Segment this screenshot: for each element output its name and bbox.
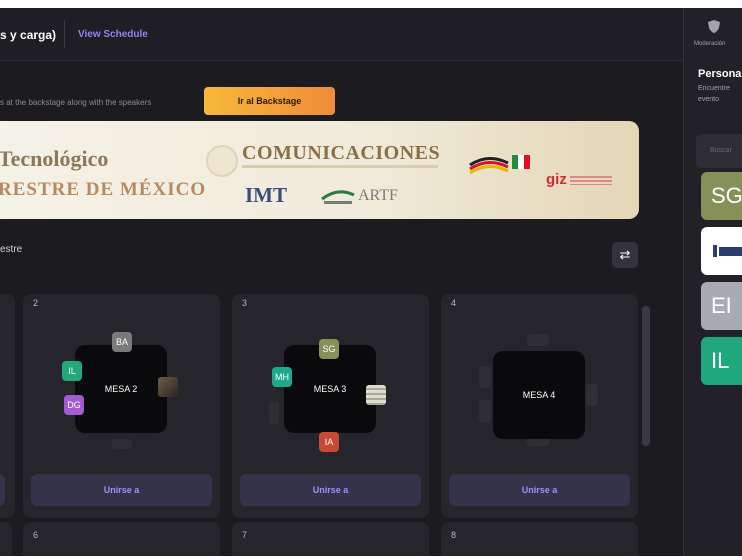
giz-logo: giz xyxy=(546,171,567,188)
giz-logo-text-lines xyxy=(570,176,612,185)
seat-avatar-sg[interactable]: SG xyxy=(319,339,339,359)
table-surface: MESA 4 xyxy=(493,351,585,439)
seat-avatar-dg[interactable]: DG xyxy=(64,395,84,415)
person-tile-logo[interactable] xyxy=(701,227,742,275)
scrollbar-thumb[interactable] xyxy=(642,306,650,446)
app-window: s y carga) View Schedule s at the backst… xyxy=(0,8,742,556)
seat-avatar-ia[interactable]: IA xyxy=(319,432,339,452)
table-card-8: 8 xyxy=(441,522,638,556)
divider xyxy=(64,20,65,48)
join-button-mesa-4[interactable]: Unirse a xyxy=(449,474,630,506)
shield-icon[interactable] xyxy=(708,20,720,33)
view-schedule-link[interactable]: View Schedule xyxy=(78,29,148,40)
section-label: estre xyxy=(0,244,23,255)
table-card-5 xyxy=(0,522,12,556)
panel-description-line-1: Encuentre xyxy=(698,85,730,92)
people-panel: Moderación Persona Encuentre evento Busc… xyxy=(683,8,742,556)
table-number: 2 xyxy=(33,298,39,308)
join-button-mesa-3[interactable]: Unirse a xyxy=(240,474,421,506)
artf-logo: ARTF xyxy=(358,187,398,204)
panel-description: Encuentre evento xyxy=(698,83,730,105)
table-surface: MESA 2 xyxy=(75,345,167,433)
seat-avatar-ba[interactable]: BA xyxy=(112,332,132,352)
person-tile-il[interactable]: IL xyxy=(701,337,742,385)
person-tile-ei[interactable]: EI xyxy=(701,282,742,330)
event-banner: Tecnológico RESTRE DE MÉXICO COMUNICACIO… xyxy=(0,121,639,219)
empty-seat xyxy=(269,402,279,424)
artf-logo-icon xyxy=(321,190,355,204)
backstage-button[interactable]: Ir al Backstage xyxy=(204,87,335,115)
table-number: 7 xyxy=(242,530,248,540)
moderation-tab-label[interactable]: Moderación xyxy=(694,41,725,47)
table-number: 8 xyxy=(451,530,457,540)
top-bar: s y carga) View Schedule xyxy=(0,8,683,61)
empty-seat xyxy=(479,366,491,388)
table-card-7: 7 xyxy=(232,522,429,556)
organization-logo-icon xyxy=(713,245,742,257)
empty-seat xyxy=(586,384,598,406)
table-card-2: 2 MESA 2 BA IL DG Unirse a xyxy=(23,294,220,518)
table-card-1 xyxy=(0,294,15,518)
table-number: 6 xyxy=(33,530,39,540)
join-button-partial[interactable] xyxy=(0,474,5,506)
seat-avatar-mh[interactable]: MH xyxy=(272,367,292,387)
table-number: 4 xyxy=(451,298,457,308)
person-tile-sg[interactable]: SG xyxy=(701,172,742,220)
banner-line-2: RESTRE DE MÉXICO xyxy=(0,179,207,200)
empty-seat xyxy=(527,334,549,346)
seat-avatar-photo[interactable] xyxy=(366,385,386,405)
seat-avatar-photo[interactable] xyxy=(158,377,178,397)
seat-avatar-il[interactable]: IL xyxy=(62,361,82,381)
search-input[interactable]: Buscar xyxy=(696,134,742,168)
empty-seat xyxy=(479,400,491,422)
table-number: 3 xyxy=(242,298,248,308)
table-card-3: 3 MESA 3 SG MH IA Unirse a xyxy=(232,294,429,518)
event-title: s y carga) xyxy=(0,28,57,42)
join-button-mesa-2[interactable]: Unirse a xyxy=(31,474,212,506)
backstage-note: s at the backstage along with the speake… xyxy=(0,98,152,107)
empty-seat xyxy=(112,439,132,449)
table-card-6: 6 xyxy=(23,522,220,556)
ministry-subtitle-line xyxy=(242,165,438,168)
imt-logo: IMT xyxy=(245,183,287,207)
sliders-icon[interactable]: ⇄ xyxy=(612,242,638,268)
panel-description-line-2: evento xyxy=(698,96,720,103)
panel-title: Persona xyxy=(698,68,742,80)
banner-line-1: Tecnológico xyxy=(0,146,109,171)
ministry-logo: COMUNICACIONES xyxy=(242,142,441,164)
table-card-4: 4 MESA 4 Unirse a xyxy=(441,294,638,518)
cooperation-flags-icon xyxy=(469,155,530,175)
mexico-seal-icon xyxy=(206,145,238,177)
